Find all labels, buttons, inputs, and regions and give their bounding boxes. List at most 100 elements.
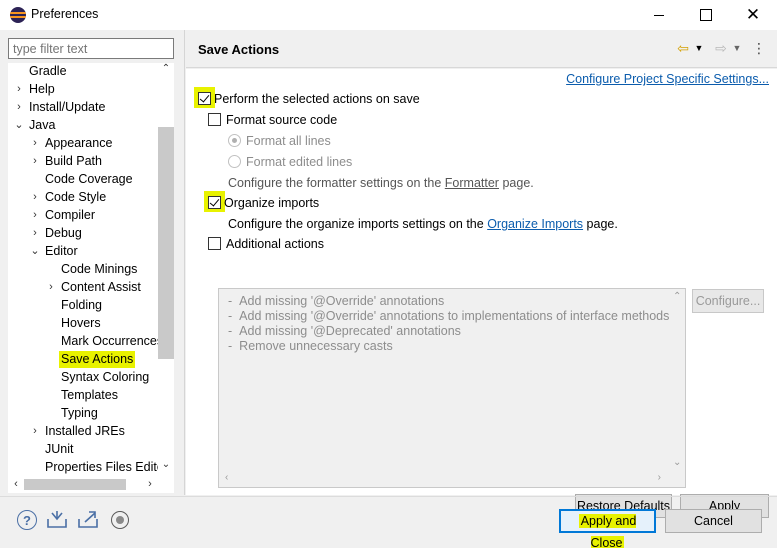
tree-item[interactable]: JUnit bbox=[9, 441, 159, 459]
additional-action-item[interactable]: - Add missing '@Deprecated' annotations bbox=[228, 324, 461, 339]
cancel-button[interactable]: Cancel bbox=[665, 509, 762, 533]
format-edited-lines-radio[interactable] bbox=[228, 155, 241, 168]
scroll-left-icon[interactable]: ‹ bbox=[225, 472, 228, 483]
expanded-chevron-icon[interactable]: ⌄ bbox=[13, 117, 25, 135]
bullet-icon: - bbox=[228, 309, 233, 323]
tree-item[interactable]: ⌄ Editor bbox=[9, 243, 159, 261]
import-preferences-icon[interactable] bbox=[46, 509, 68, 531]
additional-actions-checkbox[interactable] bbox=[208, 237, 221, 250]
additional-action-item[interactable]: - Add missing '@Override' annotations bbox=[228, 294, 444, 309]
collapsed-chevron-icon[interactable]: › bbox=[29, 153, 41, 171]
format-source-checkbox[interactable] bbox=[208, 113, 221, 126]
collapsed-chevron-icon[interactable]: › bbox=[29, 423, 41, 441]
tree-item[interactable]: › Content Assist bbox=[9, 279, 159, 297]
eclipse-app-icon bbox=[10, 7, 26, 23]
tree-item-label: Typing bbox=[61, 406, 98, 420]
actions-horizontal-scrollbar[interactable]: ‹ › bbox=[219, 470, 685, 487]
tree-item[interactable]: › Help bbox=[9, 81, 159, 99]
page-title: Save Actions bbox=[198, 42, 280, 57]
tree-item[interactable]: › Appearance bbox=[9, 135, 159, 153]
save-actions-page: Configure Project Specific Settings... P… bbox=[186, 69, 777, 518]
tree-item[interactable]: Folding bbox=[9, 297, 159, 315]
tree-item-label: Save Actions bbox=[59, 351, 136, 368]
tree-item[interactable]: Code Minings bbox=[9, 261, 159, 279]
tree-item[interactable]: Typing bbox=[9, 405, 159, 423]
tree-item[interactable]: › Installed JREs bbox=[9, 423, 159, 441]
organize-info-suffix: page. bbox=[583, 217, 618, 231]
view-menu-icon[interactable]: ⋮ bbox=[752, 39, 766, 57]
additional-actions-list[interactable]: ⌃ ⌄ ‹ › - Add missing '@Override' annotat… bbox=[218, 288, 686, 488]
scroll-up-icon[interactable]: ⌃ bbox=[673, 291, 681, 302]
tree-item[interactable]: Save Actions bbox=[9, 351, 159, 369]
forward-arrow-icon[interactable]: ⇨ bbox=[712, 39, 730, 57]
collapsed-chevron-icon[interactable]: › bbox=[13, 81, 25, 99]
footer-separator bbox=[0, 496, 777, 497]
collapsed-chevron-icon[interactable]: › bbox=[29, 207, 41, 225]
collapsed-chevron-icon[interactable]: › bbox=[29, 225, 41, 243]
tree-vertical-scrollbar[interactable]: ⌃ ⌄ bbox=[158, 63, 174, 475]
tree-item-label: Appearance bbox=[45, 136, 113, 150]
collapsed-chevron-icon[interactable]: › bbox=[13, 99, 25, 117]
formatter-link[interactable]: Formatter bbox=[445, 176, 499, 190]
tree-item[interactable]: › Build Path bbox=[9, 153, 159, 171]
additional-action-label: Remove unnecessary casts bbox=[239, 339, 393, 353]
tree-item-label: Code Minings bbox=[61, 262, 138, 276]
perform-actions-checkbox[interactable] bbox=[198, 92, 211, 105]
back-dropdown-icon[interactable]: ▼ bbox=[694, 39, 704, 57]
additional-action-item[interactable]: - Add missing '@Override' annotations to … bbox=[228, 309, 669, 324]
tree-item-label: JUnit bbox=[45, 442, 74, 456]
tree-item[interactable]: ⌄ Java bbox=[9, 117, 159, 135]
tree-item-label: Templates bbox=[61, 388, 118, 402]
organize-imports-label: Organize imports bbox=[224, 196, 320, 210]
expanded-chevron-icon[interactable]: ⌄ bbox=[29, 243, 41, 261]
tree-item[interactable]: Code Coverage bbox=[9, 171, 159, 189]
collapsed-chevron-icon[interactable]: › bbox=[29, 189, 41, 207]
tree-item[interactable]: › Code Style bbox=[9, 189, 159, 207]
configure-button[interactable]: Configure... bbox=[692, 289, 764, 313]
apply-and-close-button[interactable]: Apply and Close bbox=[559, 509, 656, 548]
tree-item[interactable]: › Install/Update bbox=[9, 99, 159, 117]
tree-horizontal-scroll-thumb[interactable] bbox=[24, 479, 126, 490]
actions-vertical-scrollbar[interactable]: ⌃ ⌄ bbox=[668, 289, 685, 470]
organize-imports-checkbox[interactable] bbox=[208, 196, 221, 209]
maximize-button[interactable] bbox=[683, 0, 729, 30]
oomph-record-icon[interactable] bbox=[109, 509, 131, 531]
scroll-left-icon[interactable]: ‹ bbox=[8, 476, 24, 493]
tree-item-label: Install/Update bbox=[29, 100, 106, 114]
pane-divider[interactable] bbox=[184, 30, 185, 495]
title-bar: Preferences ✕ bbox=[0, 0, 777, 30]
forward-dropdown-icon[interactable]: ▼ bbox=[732, 39, 742, 57]
scroll-down-icon[interactable]: ⌄ bbox=[158, 459, 174, 475]
collapsed-chevron-icon[interactable]: › bbox=[45, 279, 57, 297]
collapsed-chevron-icon[interactable]: › bbox=[29, 135, 41, 153]
tree-item[interactable]: › Compiler bbox=[9, 207, 159, 225]
tree-item[interactable]: Gradle bbox=[9, 64, 159, 81]
minimize-button[interactable] bbox=[636, 0, 682, 30]
tree-horizontal-scrollbar[interactable]: ‹ › bbox=[8, 476, 158, 493]
tree-item[interactable]: › Debug bbox=[9, 225, 159, 243]
organize-imports-link[interactable]: Organize Imports bbox=[487, 217, 583, 231]
tree-item-label: Build Path bbox=[45, 154, 102, 168]
tree-item[interactable]: Syntax Coloring bbox=[9, 369, 159, 387]
scroll-down-icon[interactable]: ⌄ bbox=[673, 457, 681, 468]
format-all-lines-radio[interactable] bbox=[228, 134, 241, 147]
tree-item[interactable]: Hovers bbox=[9, 315, 159, 333]
perform-actions-label: Perform the selected actions on save bbox=[214, 92, 420, 106]
back-arrow-icon[interactable]: ⇦ bbox=[674, 39, 692, 57]
tree-item-label: Syntax Coloring bbox=[61, 370, 150, 384]
tree-item[interactable]: Mark Occurrences bbox=[9, 333, 163, 351]
export-preferences-icon[interactable] bbox=[77, 509, 99, 531]
filter-input[interactable] bbox=[8, 38, 174, 59]
close-button[interactable]: ✕ bbox=[730, 0, 776, 30]
scroll-up-icon[interactable]: ⌃ bbox=[158, 63, 174, 79]
tree-item[interactable]: Templates bbox=[9, 387, 159, 405]
help-icon[interactable]: ? bbox=[16, 509, 38, 531]
tree-item[interactable]: Properties Files Edito bbox=[9, 459, 164, 477]
tree-vertical-scroll-thumb[interactable] bbox=[158, 127, 174, 359]
bullet-icon: - bbox=[228, 324, 233, 338]
configure-project-specific-link[interactable]: Configure Project Specific Settings... bbox=[566, 72, 769, 86]
additional-action-item[interactable]: - Remove unnecessary casts bbox=[228, 339, 393, 354]
scroll-right-icon[interactable]: › bbox=[658, 472, 661, 483]
scroll-right-icon[interactable]: › bbox=[142, 476, 158, 493]
tree-item-label: Code Style bbox=[45, 190, 107, 204]
